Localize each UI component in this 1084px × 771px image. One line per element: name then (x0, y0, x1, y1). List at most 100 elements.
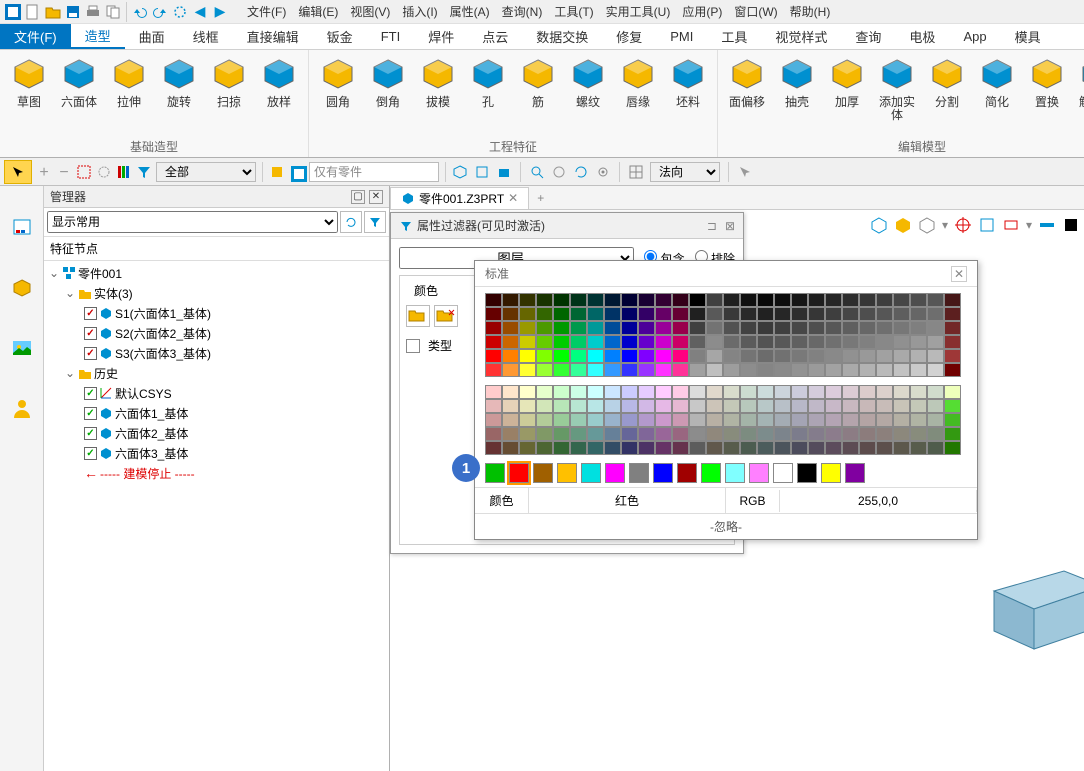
assembly-tree-icon[interactable] (10, 216, 34, 240)
color-swatch[interactable] (672, 293, 689, 307)
color-swatch[interactable] (859, 385, 876, 399)
color-swatch[interactable] (791, 399, 808, 413)
color-swatch[interactable] (893, 335, 910, 349)
color-swatch[interactable] (689, 349, 706, 363)
color-swatch[interactable] (638, 293, 655, 307)
color-swatch[interactable] (876, 335, 893, 349)
color-swatch[interactable] (757, 427, 774, 441)
color-swatch[interactable] (672, 413, 689, 427)
color-swatch[interactable] (893, 399, 910, 413)
color-swatch[interactable] (723, 413, 740, 427)
tree-root[interactable]: ⌄ 零件001 (44, 263, 389, 283)
color-swatch[interactable] (910, 307, 927, 321)
color-swatch[interactable] (604, 385, 621, 399)
color-swatch[interactable] (757, 363, 774, 377)
color-swatch[interactable] (740, 441, 757, 455)
ribbon-button[interactable]: 唇缘 (615, 54, 661, 134)
color-swatch[interactable] (774, 335, 791, 349)
color-swatch[interactable] (536, 399, 553, 413)
ribbon-button[interactable]: 倒角 (365, 54, 411, 134)
refresh-tree-icon[interactable] (340, 211, 362, 233)
ribbon-tab[interactable]: 线框 (179, 24, 233, 49)
color-swatch[interactable] (519, 349, 536, 363)
color-swatch[interactable] (587, 363, 604, 377)
color-swatch[interactable] (553, 427, 570, 441)
color-swatch[interactable] (519, 335, 536, 349)
color-swatch[interactable] (502, 307, 519, 321)
color-swatch[interactable] (502, 335, 519, 349)
color-swatch[interactable] (621, 321, 638, 335)
color-swatch[interactable] (808, 307, 825, 321)
redo-icon[interactable] (151, 3, 169, 21)
menu-item[interactable]: 属性(A) (444, 3, 496, 21)
tree-solid-item[interactable]: S1(六面体1_基体) (44, 303, 389, 323)
color-swatch[interactable] (672, 321, 689, 335)
add-tab-button[interactable]: + (529, 189, 552, 207)
color-swatch[interactable] (927, 385, 944, 399)
ribbon-button[interactable]: 拔模 (415, 54, 461, 134)
color-swatch[interactable] (910, 363, 927, 377)
color-swatch[interactable] (859, 441, 876, 455)
color-swatch[interactable] (519, 399, 536, 413)
color-swatch[interactable] (621, 399, 638, 413)
color-swatch[interactable] (655, 321, 672, 335)
color-swatch[interactable] (519, 427, 536, 441)
color-swatch[interactable] (536, 307, 553, 321)
ribbon-tab[interactable]: 工具 (707, 24, 761, 49)
color-swatch[interactable] (655, 293, 672, 307)
color-swatch[interactable] (808, 363, 825, 377)
ribbon-button[interactable]: 添加实体 (874, 54, 920, 134)
color-swatch[interactable] (502, 321, 519, 335)
recent-color-swatch[interactable] (797, 463, 817, 483)
color-swatch[interactable] (604, 335, 621, 349)
ribbon-tab[interactable]: App (949, 24, 1000, 49)
tree-stop[interactable]: ← ----- 建模停止 ----- (44, 463, 389, 483)
color-swatch[interactable] (706, 413, 723, 427)
color-swatch[interactable] (706, 321, 723, 335)
color-swatch[interactable] (553, 349, 570, 363)
open-folder-x-icon[interactable] (434, 305, 458, 327)
color-swatch[interactable] (825, 363, 842, 377)
color-swatch[interactable] (808, 413, 825, 427)
color-swatch[interactable] (808, 427, 825, 441)
user-icon[interactable] (10, 396, 34, 420)
pin-icon[interactable]: ▢ (351, 190, 365, 204)
color-swatch[interactable] (910, 293, 927, 307)
ribbon-button[interactable]: 坯料 (665, 54, 711, 134)
color-swatch[interactable] (791, 335, 808, 349)
color-swatch[interactable] (825, 335, 842, 349)
ribbon-tab[interactable]: 电极 (895, 24, 949, 49)
recent-color-swatch[interactable] (509, 463, 529, 483)
color-swatch[interactable] (876, 363, 893, 377)
color-swatch[interactable] (842, 307, 859, 321)
color-swatch[interactable] (740, 385, 757, 399)
normal-select[interactable]: 法向 (650, 162, 720, 182)
color-swatch[interactable] (485, 399, 502, 413)
viewport[interactable]: 零件001.Z3PRT ✕ + ▾ ▾ 属性过滤器(可见时激活) (390, 186, 1084, 771)
color-swatch[interactable] (638, 413, 655, 427)
view-mode-icon[interactable] (289, 164, 305, 180)
ribbon-tab[interactable]: 文件(F) (0, 24, 71, 49)
color-swatch[interactable] (825, 307, 842, 321)
color-swatch[interactable] (944, 363, 961, 377)
color-swatch[interactable] (502, 399, 519, 413)
color-swatch[interactable] (842, 385, 859, 399)
color-swatch[interactable] (927, 349, 944, 363)
color-swatch[interactable] (757, 385, 774, 399)
color-swatch[interactable] (842, 321, 859, 335)
plus-icon[interactable]: + (36, 164, 52, 180)
color-swatch[interactable] (774, 321, 791, 335)
color-swatch[interactable] (604, 307, 621, 321)
recent-color-swatch[interactable] (581, 463, 601, 483)
color-swatch[interactable] (570, 293, 587, 307)
close-color-popup-icon[interactable]: ✕ (951, 266, 967, 282)
shaded-icon[interactable] (894, 216, 912, 234)
color-swatch[interactable] (842, 349, 859, 363)
image-icon[interactable] (10, 336, 34, 360)
color-swatch[interactable] (553, 335, 570, 349)
color-swatch[interactable] (587, 441, 604, 455)
color-swatch[interactable] (638, 441, 655, 455)
color-swatch[interactable] (774, 363, 791, 377)
color-swatch[interactable] (553, 441, 570, 455)
tree-history-item[interactable]: 六面体3_基体 (44, 443, 389, 463)
